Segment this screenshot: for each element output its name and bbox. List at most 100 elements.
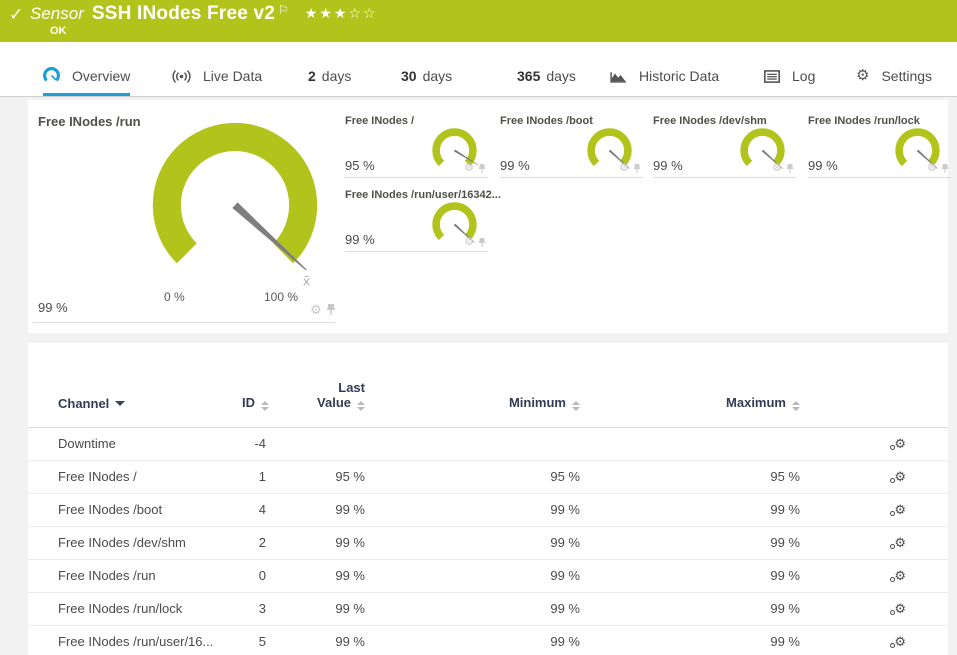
channel-last-value: 95 %: [335, 469, 365, 484]
gauge-tile-primary[interactable]: Free INodes /run x̄ 0 % 100 % 99 % ⚙: [28, 100, 337, 333]
gauge-tile-run-user[interactable]: Free INodes /run/user/16342... 99 % ⚙: [345, 186, 501, 252]
channel-id: 5: [258, 634, 266, 649]
pin-icon[interactable]: [941, 163, 949, 174]
channel-maximum: 99 %: [770, 502, 800, 517]
gauge-tile-boot[interactable]: Free INodes /boot 99 % ⚙: [500, 112, 643, 178]
channel-minimum: 99 %: [550, 634, 580, 649]
tab-label: Historic Data: [639, 68, 720, 84]
gauge-settings-gear-icon[interactable]: ⚙: [464, 237, 474, 248]
sort-icon: [357, 400, 365, 411]
channel-name[interactable]: Free INodes /: [28, 460, 242, 493]
tab-overview[interactable]: Overview: [43, 67, 131, 96]
column-header-last-value[interactable]: Last Value: [300, 369, 399, 427]
channels-table: Channel ID Last Value Minimum Maximum Dow…: [28, 369, 948, 655]
channel-name[interactable]: Free INodes /boot: [28, 493, 242, 526]
status-check-icon: ✓: [9, 5, 24, 24]
tab-365-days[interactable]: 365 days: [517, 68, 576, 96]
channel-last-value: 99 %: [335, 601, 365, 616]
table-row: Free INodes /boot 4 99 % 99 % 99 % ⚙: [28, 493, 948, 526]
channel-settings-icon[interactable]: ⚙: [890, 437, 906, 450]
tab-label: days: [321, 68, 352, 84]
channel-maximum: 99 %: [770, 601, 800, 616]
channel-settings-icon[interactable]: ⚙: [890, 635, 906, 648]
tab-label: days: [422, 68, 453, 84]
sensor-page: ✓ Sensor SSH INodes Free v2 ⚐ ★★★☆☆ OK O…: [0, 0, 957, 655]
sort-icon: [792, 400, 800, 411]
table-row: Free INodes /run 0 99 % 99 % 99 % ⚙: [28, 559, 948, 592]
channel-last-value: [300, 427, 399, 460]
gauge-value: 95 %: [345, 158, 375, 173]
log-list-icon: [764, 69, 780, 83]
tab-2-days[interactable]: 2 days: [308, 68, 351, 96]
gauge-dial: x̄: [152, 123, 318, 288]
tab-label: Live Data: [203, 68, 263, 84]
tab-bar: Overview Live Data 2 days 30 days 365 da…: [0, 42, 957, 97]
gauge-settings-gear-icon[interactable]: ⚙: [619, 163, 629, 174]
table-row: Free INodes /run/lock 3 99 % 99 % 99 % ⚙: [28, 592, 948, 625]
gauge-tile-run-lock[interactable]: Free INodes /run/lock 99 % ⚙: [808, 112, 951, 178]
tab-label: Log: [792, 68, 816, 84]
gauge-tile-root[interactable]: Free INodes / 95 % ⚙: [345, 112, 488, 178]
tab-log[interactable]: Log: [764, 68, 815, 96]
channel-maximum: 99 %: [770, 535, 800, 550]
gauge-settings-gear-icon[interactable]: ⚙: [927, 163, 937, 174]
column-header-maximum[interactable]: Maximum: [614, 369, 834, 427]
channel-settings-icon[interactable]: ⚙: [890, 470, 906, 483]
gauge-title: Free INodes /: [345, 115, 415, 127]
sort-desc-icon: [115, 400, 126, 406]
channel-minimum: [399, 427, 614, 460]
table-row: Free INodes /run/user/16... 5 99 % 99 % …: [28, 625, 948, 655]
gauge-value: 99 %: [500, 158, 530, 173]
gauge-settings-gear-icon[interactable]: ⚙: [464, 163, 474, 174]
tab-30-days[interactable]: 30 days: [401, 68, 452, 96]
channel-last-value: 99 %: [335, 502, 365, 517]
pin-icon[interactable]: [478, 163, 486, 174]
table-row: Downtime -4 ⚙: [28, 427, 948, 460]
pin-icon[interactable]: [326, 303, 336, 316]
channel-name[interactable]: Free INodes /run: [28, 559, 242, 592]
channel-settings-icon[interactable]: ⚙: [890, 536, 906, 549]
gauge-title: Free INodes /run: [38, 114, 141, 129]
area-chart-icon: [610, 69, 627, 83]
pin-icon[interactable]: [786, 163, 794, 174]
sensor-header: ✓ Sensor SSH INodes Free v2 ⚐ ★★★☆☆ OK: [0, 0, 957, 42]
gear-icon: ⚙: [856, 67, 870, 84]
channel-settings-icon[interactable]: ⚙: [890, 503, 906, 516]
channel-maximum: 99 %: [770, 634, 800, 649]
gauge-settings-gear-icon[interactable]: ⚙: [772, 163, 782, 174]
column-header-minimum[interactable]: Minimum: [399, 369, 614, 427]
column-header-channel[interactable]: Channel: [28, 369, 242, 427]
sort-icon: [261, 400, 269, 411]
priority-stars[interactable]: ★★★☆☆: [305, 5, 378, 22]
tab-historic-data[interactable]: Historic Data: [610, 68, 719, 96]
channel-name[interactable]: Free INodes /run/lock: [28, 592, 242, 625]
channel-settings-icon[interactable]: ⚙: [890, 602, 906, 615]
priority-flag-icon[interactable]: ⚐: [278, 3, 289, 17]
tab-settings[interactable]: ⚙ Settings: [856, 68, 932, 96]
channel-last-value: 99 %: [335, 568, 365, 583]
channel-maximum: 99 %: [770, 568, 800, 583]
channel-settings-icon[interactable]: ⚙: [890, 569, 906, 582]
gauge-max-label: 100 %: [264, 290, 299, 304]
live-broadcast-icon: [172, 69, 191, 84]
gauge-value: 99 %: [345, 232, 375, 247]
tab-label: Overview: [72, 67, 131, 84]
table-row: Free INodes /dev/shm 2 99 % 99 % 99 % ⚙: [28, 526, 948, 559]
pin-icon[interactable]: [633, 163, 641, 174]
channel-id: 1: [258, 469, 266, 484]
gauge-settings-gear-icon[interactable]: ⚙: [310, 303, 322, 316]
gauge-value: 99 %: [653, 158, 683, 173]
gauge-title: Free INodes /boot: [500, 115, 593, 127]
channel-minimum: 99 %: [550, 502, 580, 517]
channel-name[interactable]: Free INodes /dev/shm: [28, 526, 242, 559]
page-title: SSH INodes Free v2: [91, 3, 275, 24]
tab-live-data[interactable]: Live Data: [172, 68, 262, 96]
channel-name[interactable]: Downtime: [28, 427, 242, 460]
stars-filled: ★★★: [304, 5, 349, 21]
pin-icon[interactable]: [478, 237, 486, 248]
column-header-id[interactable]: ID: [242, 369, 300, 427]
channel-maximum: 95 %: [770, 469, 800, 484]
gauge-min-label: 0 %: [164, 290, 185, 304]
gauge-tile-dev-shm[interactable]: Free INodes /dev/shm 99 % ⚙: [653, 112, 796, 178]
channel-name[interactable]: Free INodes /run/user/16...: [28, 625, 242, 655]
